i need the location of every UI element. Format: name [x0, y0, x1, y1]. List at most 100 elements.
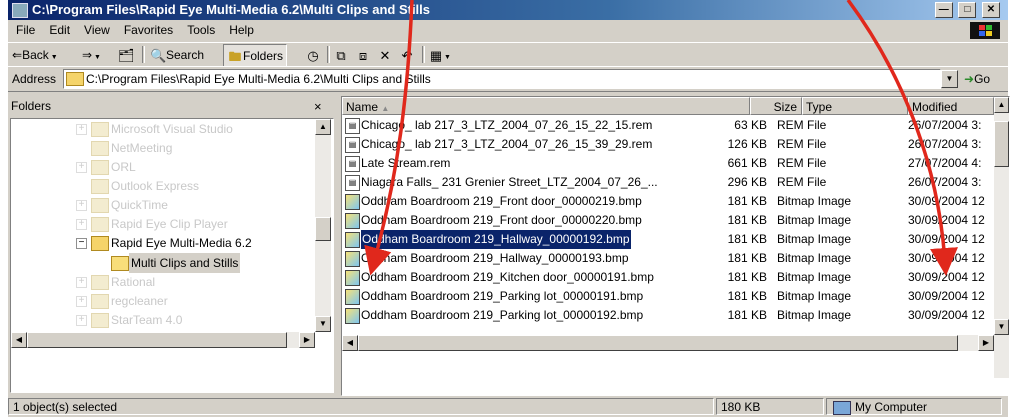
- title-bar[interactable]: C:\Program Files\Rapid Eye Multi-Media 6…: [8, 0, 1008, 20]
- copy-to-button[interactable]: ⧈: [355, 44, 371, 65]
- bitmap-file-icon: [345, 194, 360, 210]
- window-controls: — □ ✕: [933, 2, 1000, 22]
- folder-tree-vertical-scrollbar[interactable]: ▲ ▼: [315, 119, 331, 332]
- menu-tools[interactable]: Tools: [180, 23, 222, 37]
- folders-icon: 🖿: [228, 48, 242, 64]
- column-header-name[interactable]: Name ▲: [342, 97, 750, 115]
- scroll-thumb[interactable]: [27, 332, 287, 348]
- rem-file-icon: ▤: [345, 118, 360, 134]
- collapse-icon[interactable]: −: [76, 238, 87, 249]
- search-icon: 🔍: [150, 47, 167, 63]
- file-list-horizontal-scrollbar[interactable]: ◀ ▶: [342, 335, 994, 351]
- undo-button[interactable]: ↶: [399, 44, 415, 65]
- rem-file-icon: ▤: [345, 156, 360, 172]
- scroll-thumb[interactable]: [994, 121, 1009, 167]
- address-dropdown-button[interactable]: ▼: [941, 70, 958, 88]
- expand-icon[interactable]: +: [76, 315, 87, 326]
- file-row[interactable]: Oddham Boardroom 219_Front door_00000219…: [342, 192, 994, 211]
- menu-help[interactable]: Help: [222, 23, 261, 37]
- undo-icon: ↶: [401, 47, 413, 63]
- scroll-thumb[interactable]: [315, 217, 331, 241]
- bitmap-file-icon: [345, 232, 360, 248]
- status-selection: 1 object(s) selected: [8, 398, 714, 415]
- maximize-button[interactable]: □: [958, 2, 977, 18]
- history-button[interactable]: ◷: [305, 44, 321, 65]
- address-value: C:\Program Files\Rapid Eye Multi-Media 6…: [86, 72, 431, 86]
- scroll-down-button[interactable]: ▼: [994, 319, 1009, 335]
- file-row[interactable]: Oddham Boardroom 219_Hallway_00000193.bm…: [342, 249, 994, 268]
- file-list-vertical-scrollbar[interactable]: ▲ ▼: [994, 97, 1009, 378]
- folder-icon: [91, 236, 109, 251]
- expand-icon[interactable]: +: [76, 200, 87, 211]
- rem-file-icon: ▤: [345, 175, 360, 191]
- close-icon[interactable]: ×: [314, 96, 322, 117]
- scroll-left-button[interactable]: ◀: [11, 332, 27, 348]
- menu-edit[interactable]: Edit: [42, 23, 77, 37]
- menu-file[interactable]: File: [8, 23, 42, 37]
- explorer-window-icon[interactable]: [12, 3, 28, 18]
- menu-view[interactable]: View: [77, 23, 117, 37]
- scroll-down-button[interactable]: ▼: [315, 316, 331, 332]
- file-row[interactable]: ▤ Chicago_ lab 217_3_LTZ_2004_07_26_15_22…: [342, 116, 994, 135]
- file-row[interactable]: Oddham Boardroom 219_Parking lot_0000019…: [342, 287, 994, 306]
- up-folder-icon: 🗂: [118, 47, 135, 63]
- views-icon: ▦: [429, 47, 443, 63]
- window-title: C:\Program Files\Rapid Eye Multi-Media 6…: [32, 2, 431, 17]
- back-button[interactable]: ⇐Back ▼: [12, 44, 58, 65]
- move-to-button[interactable]: ⧉: [333, 44, 349, 65]
- standard-toolbar: ⇐Back ▼ ⇒ ▼ 🗂 🔍Search 🖿 Folders ◷ ⧉ ⧈ ✕ ↶…: [8, 42, 1008, 67]
- file-row-selected[interactable]: Oddham Boardroom 219_Hallway_00000192.bm…: [342, 229, 994, 250]
- expand-icon[interactable]: +: [76, 124, 87, 135]
- up-folder-button[interactable]: 🗂: [118, 44, 135, 65]
- expand-icon[interactable]: +: [76, 296, 87, 307]
- windows-logo-icon: [970, 22, 1000, 39]
- folders-pane: Folders × + Microsoft Visual Studio NetMe…: [8, 93, 335, 394]
- column-header-size[interactable]: Size: [750, 97, 802, 115]
- column-header-type[interactable]: Type: [802, 97, 908, 115]
- forward-button[interactable]: ⇒ ▼: [82, 44, 101, 65]
- file-row[interactable]: ▤ Niagara Falls_ 231 Grenier Street_LTZ_2…: [342, 173, 994, 192]
- minimize-button[interactable]: —: [934, 2, 953, 18]
- scroll-right-button[interactable]: ▶: [978, 335, 994, 351]
- scroll-right-button[interactable]: ▶: [299, 332, 315, 348]
- file-row[interactable]: Oddham Boardroom 219_Front door_00000220…: [342, 211, 994, 230]
- close-button[interactable]: ✕: [982, 2, 1000, 18]
- scroll-up-button[interactable]: ▲: [994, 97, 1009, 113]
- folder-tree[interactable]: + Microsoft Visual Studio NetMeeting + ORL…: [10, 118, 334, 393]
- column-header-modified[interactable]: Modified: [908, 97, 994, 115]
- go-button[interactable]: ➜Go: [964, 72, 990, 86]
- my-computer-icon: [833, 400, 851, 415]
- scroll-thumb[interactable]: [358, 335, 958, 351]
- file-row[interactable]: Oddham Boardroom 219_Parking lot_0000019…: [342, 306, 994, 325]
- folder-tree-horizontal-scrollbar[interactable]: ◀ ▶: [11, 332, 315, 348]
- folder-icon: [91, 313, 109, 328]
- copy-to-icon: ⧈: [358, 47, 368, 63]
- status-zone: My Computer: [826, 398, 1002, 415]
- status-size: 180 KB: [716, 398, 824, 415]
- views-button[interactable]: ▦ ▼: [428, 44, 451, 65]
- bitmap-file-icon: [345, 213, 360, 229]
- bitmap-file-icon: [345, 308, 360, 324]
- expand-icon[interactable]: +: [76, 219, 87, 230]
- search-button[interactable]: 🔍Search: [150, 44, 204, 65]
- folders-pane-title: Folders: [11, 99, 52, 113]
- address-input[interactable]: C:\Program Files\Rapid Eye Multi-Media 6…: [63, 69, 941, 89]
- expand-icon[interactable]: +: [76, 277, 87, 288]
- scroll-up-button[interactable]: ▲: [315, 119, 331, 135]
- file-row[interactable]: ▤ Chicago_ lab 217_3_LTZ_2004_07_26_15_39…: [342, 135, 994, 154]
- scroll-left-button[interactable]: ◀: [342, 335, 358, 351]
- go-arrow-icon: ➜: [964, 72, 975, 86]
- address-label: Address: [12, 72, 57, 86]
- bitmap-file-icon: [345, 289, 360, 305]
- folder-icon: [91, 294, 109, 309]
- chevron-down-icon: ▼: [92, 54, 101, 61]
- folders-button[interactable]: 🖿 Folders: [223, 44, 288, 67]
- menu-favorites[interactable]: Favorites: [117, 23, 180, 37]
- file-row[interactable]: Oddham Boardroom 219_Kitchen door_000001…: [342, 268, 994, 287]
- expand-icon[interactable]: +: [76, 162, 87, 173]
- file-row[interactable]: ▤ Late Stream.rem 661 KB REM File 27/07/2004…: [342, 154, 994, 173]
- delete-button[interactable]: ✕: [377, 44, 393, 65]
- folder-icon: [91, 179, 109, 194]
- file-list[interactable]: Name ▲ Size Type Modified ▤ Chicago_ lab …: [341, 96, 1010, 396]
- history-icon: ◷: [307, 47, 319, 63]
